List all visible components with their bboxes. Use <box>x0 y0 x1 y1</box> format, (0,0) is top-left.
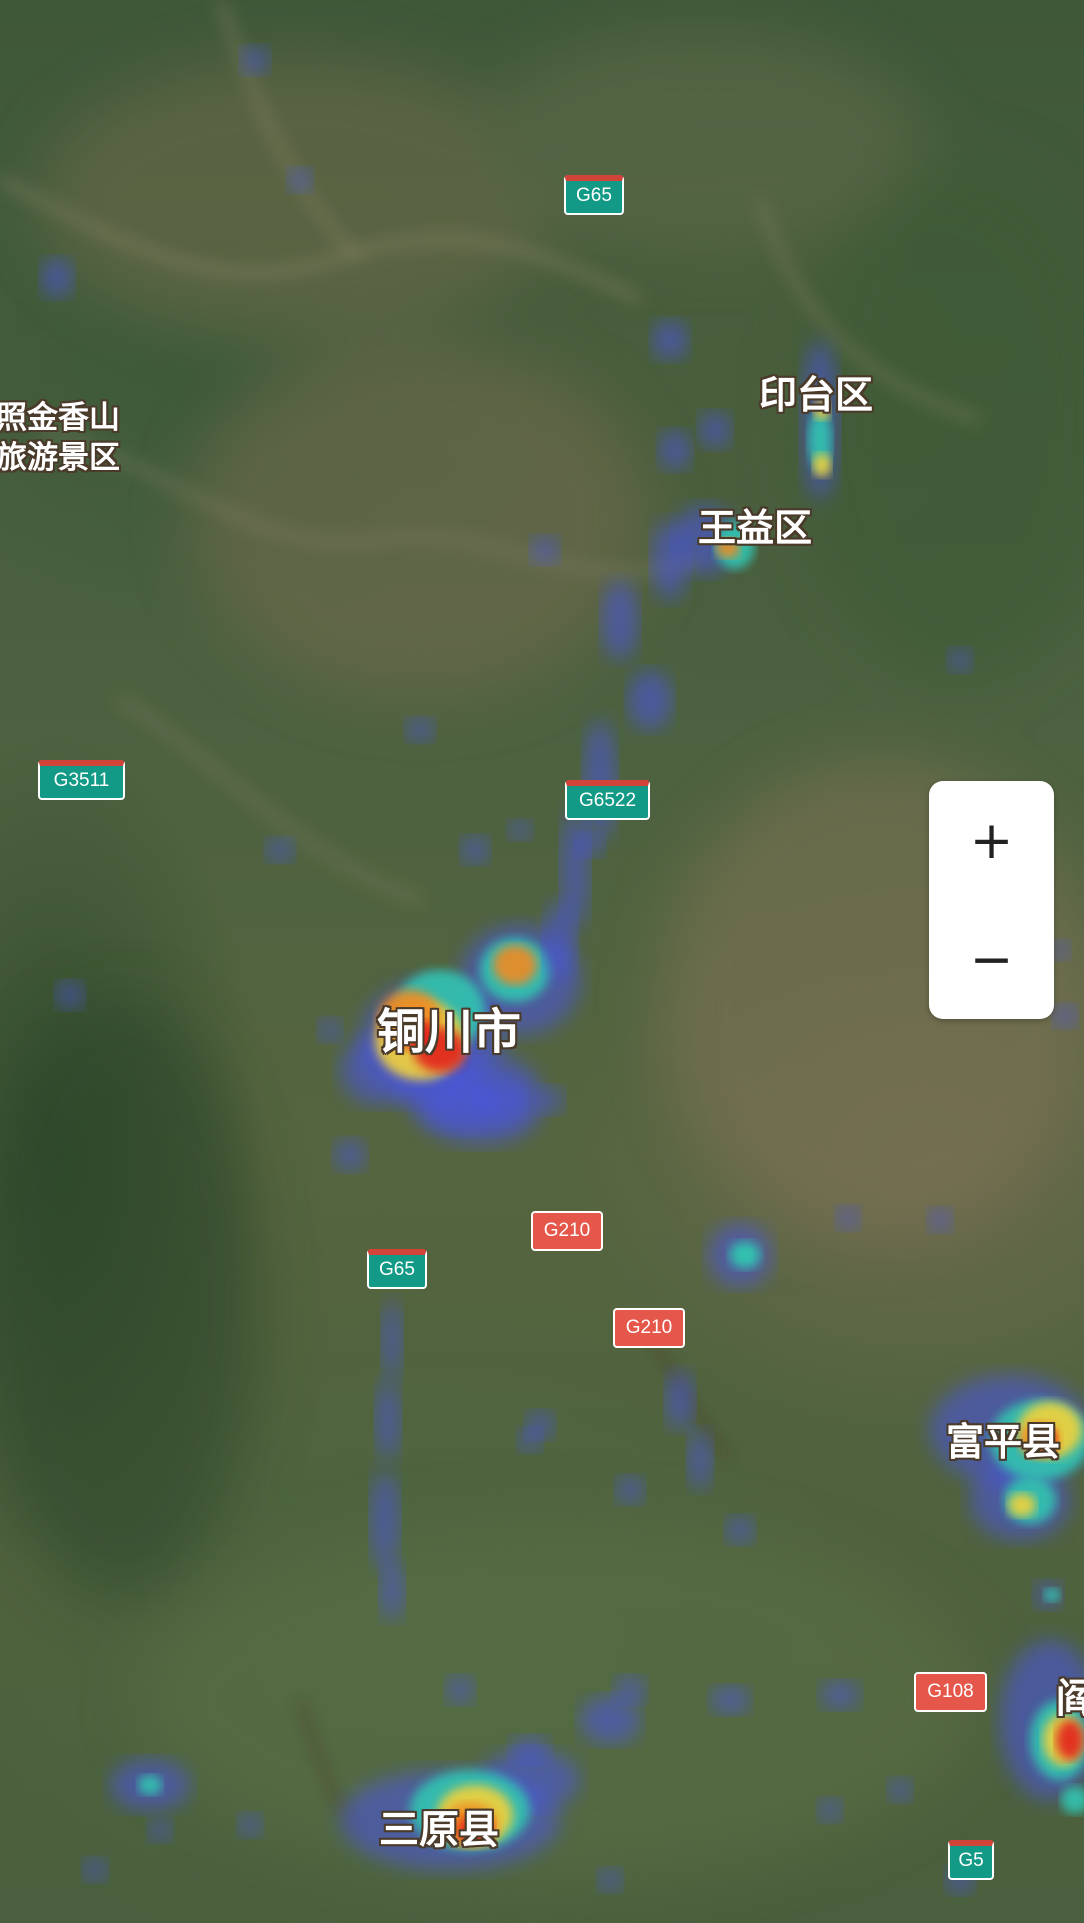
heatmap-blob <box>576 833 604 857</box>
heatmap-blob <box>928 1208 952 1232</box>
heatmap-blob <box>616 1476 644 1504</box>
heatmap-blob <box>836 1206 860 1230</box>
road-shield-g210-a: G210 <box>531 1211 603 1251</box>
heatmap-blob <box>266 838 294 862</box>
heatmap-blob <box>820 1681 860 1709</box>
place-label-partial-right: 阎 <box>1056 1676 1084 1722</box>
heatmap-blob <box>888 1778 912 1802</box>
heatmap-layer <box>41 46 1084 1894</box>
heatmap-blob <box>473 1088 497 1112</box>
heatmap-blob <box>83 1858 107 1882</box>
zoom-in-button[interactable]: + <box>929 781 1054 900</box>
heatmap-blob <box>818 1798 842 1822</box>
heatmap-blob <box>614 1676 646 1704</box>
heatmap-blob <box>699 412 731 448</box>
heatmap-blob <box>628 670 672 730</box>
heatmap-blob <box>376 1380 400 1460</box>
place-label-jinxiangshan: 照金香山 旅游景区 <box>0 400 120 476</box>
heatmap-blob <box>508 820 532 840</box>
heatmap-blob <box>531 536 559 564</box>
heatmap-blob <box>688 1430 712 1490</box>
heatmap-blob <box>652 320 688 360</box>
heatmap-blob <box>536 1086 564 1114</box>
heatmap-blob <box>1056 1720 1084 1760</box>
heatmap-blob <box>1044 1588 1060 1602</box>
place-label-tongchuan: 铜川市 <box>377 1004 522 1060</box>
heatmap-blob <box>380 1560 404 1620</box>
heatmap-blob <box>518 1428 542 1452</box>
heatmap-blob <box>544 900 576 980</box>
road-shield-g3511: G3511 <box>38 760 125 800</box>
road-shield-g5: G5 <box>948 1840 994 1880</box>
heatmap-blob <box>371 1470 399 1570</box>
heatmap-blob <box>666 1370 694 1430</box>
road-shield-g65-north: G65 <box>564 175 624 215</box>
place-label-fuping: 富平县 <box>946 1420 1061 1464</box>
heatmap-blob <box>1053 1004 1077 1028</box>
heatmap-blob <box>288 168 312 192</box>
zoom-control: + − <box>929 781 1054 1019</box>
heatmap-blob <box>602 580 638 660</box>
heatmap-blob <box>948 648 972 672</box>
road-shield-g108: G108 <box>914 1672 987 1712</box>
road-shield-g65-south: G65 <box>367 1249 427 1289</box>
place-label-yintai: 印台区 <box>759 373 874 417</box>
heatmap-blob <box>334 1139 366 1171</box>
road-shield-g6522: G6522 <box>565 780 650 820</box>
heatmap-blob <box>56 981 84 1009</box>
heatmap-blob <box>41 258 73 298</box>
plus-icon: + <box>969 810 1014 871</box>
heatmap-blob <box>813 453 831 477</box>
heatmap-blob <box>461 836 489 864</box>
heatmap-blob <box>510 1736 550 1764</box>
heatmap-blob <box>238 1813 262 1837</box>
heatmap-blob <box>493 945 537 985</box>
zoom-out-button[interactable]: − <box>929 900 1054 1019</box>
heatmap-blob <box>710 1686 750 1714</box>
heatmap-blob <box>406 718 434 742</box>
heatmap-blob <box>241 46 269 74</box>
heatmap-blob <box>382 1300 402 1380</box>
heatmap-blob <box>446 1676 474 1704</box>
heatmap-blob <box>138 1775 162 1795</box>
heatmap-blob <box>738 1249 752 1261</box>
heatmap-blob <box>318 1018 342 1042</box>
heatmap-blob <box>726 1516 754 1544</box>
heatmap-blob <box>1008 1493 1036 1517</box>
heatmap-blob <box>598 1868 622 1892</box>
road-shield-g210-b: G210 <box>613 1308 685 1348</box>
heatmap-blob <box>148 1818 172 1842</box>
place-label-sanyuan: 三原县 <box>379 1807 499 1853</box>
minus-icon: − <box>969 929 1014 990</box>
satellite-map[interactable]: 照金香山 旅游景区 印台区 王益区 铜川市 富平县 三原县 阎 G65 G351… <box>0 0 1084 1923</box>
place-label-wangyi: 王益区 <box>698 506 813 550</box>
heatmap-blob <box>659 430 691 470</box>
